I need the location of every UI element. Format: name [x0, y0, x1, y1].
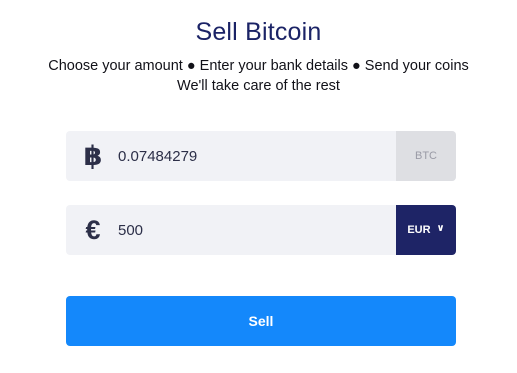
- currency-select[interactable]: EUR ∨: [396, 205, 456, 255]
- page-title: Sell Bitcoin: [195, 18, 322, 46]
- eur-amount-field[interactable]: € EUR ∨: [66, 205, 456, 255]
- btc-unit-text: BTC: [415, 150, 437, 162]
- euro-icon: €: [85, 214, 101, 245]
- btc-unit-label: BTC: [396, 131, 456, 181]
- reassurance-subtitle: We'll take care of the rest: [177, 78, 340, 94]
- btc-amount-field[interactable]: ฿ BTC: [66, 131, 456, 181]
- btc-amount-input[interactable]: [118, 131, 438, 181]
- sell-button[interactable]: Sell: [66, 296, 456, 346]
- eur-amount-input[interactable]: [118, 205, 438, 255]
- currency-select-label: EUR: [407, 224, 431, 236]
- bitcoin-icon: ฿: [83, 140, 103, 171]
- steps-subtitle: Choose your amount ● Enter your bank det…: [48, 58, 469, 74]
- chevron-down-icon: ∨: [436, 223, 445, 234]
